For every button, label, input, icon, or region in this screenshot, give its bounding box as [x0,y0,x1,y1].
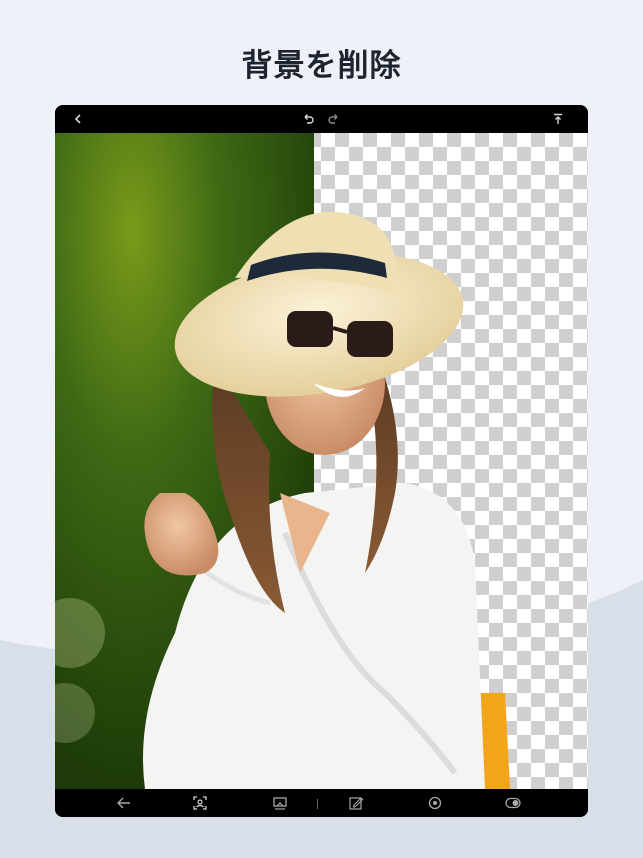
photo-canvas[interactable] [55,133,588,789]
device-screen [55,105,588,817]
toolbar-divider [317,799,318,809]
bottom-toolbar [55,789,588,817]
top-toolbar [55,105,588,133]
back-chevron-icon[interactable] [70,111,86,127]
back-arrow-icon[interactable] [115,794,133,812]
toggle-compare-icon[interactable] [504,794,522,812]
auto-select-icon[interactable] [191,794,209,812]
export-icon[interactable] [550,111,566,127]
background-icon[interactable] [271,794,289,812]
edit-pencil-icon[interactable] [347,794,365,812]
page-headline: 背景を削除 [241,48,402,84]
undo-icon[interactable] [300,111,316,127]
redo-icon[interactable] [326,111,342,127]
focus-target-icon[interactable] [426,794,444,812]
